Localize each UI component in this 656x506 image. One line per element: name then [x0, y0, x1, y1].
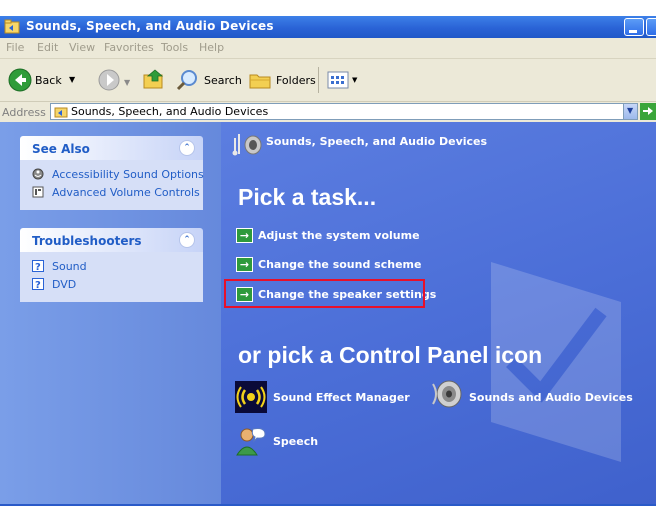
toolbar: Back ▼ ▼ Search Folders ▼ [0, 59, 656, 102]
icon-label: Sounds and Audio Devices [469, 391, 633, 404]
address-label: Address [2, 106, 46, 119]
task-label: Change the sound scheme [258, 258, 422, 271]
see-also-title: See Also [32, 142, 90, 156]
task-label: Adjust the system volume [258, 229, 420, 242]
link-accessibility-sound-options[interactable]: Accessibility Sound Options [20, 166, 204, 184]
troubleshooters-header[interactable]: Troubleshooters ⌃ [20, 228, 203, 252]
menu-tools[interactable]: Tools [161, 41, 188, 54]
link-advanced-volume-controls[interactable]: Advanced Volume Controls [20, 184, 203, 202]
speech-icon [236, 428, 266, 456]
see-also-panel: See Also ⌃ Accessibility Sound Options A… [20, 136, 204, 210]
menu-favorites[interactable]: Favorites [104, 41, 154, 54]
icon-speech[interactable]: Speech [235, 425, 355, 459]
svg-text:?: ? [35, 262, 41, 272]
pick-icon-heading: or pick a Control Panel icon [238, 342, 543, 368]
task-arrow-icon: → [236, 257, 253, 272]
svg-text:?: ? [35, 280, 41, 290]
minimize-button[interactable] [624, 18, 644, 36]
folders-icon [249, 74, 271, 89]
task-arrow-icon: → [236, 228, 253, 243]
sound-effect-manager-icon [235, 381, 267, 413]
title-bar[interactable]: Sounds, Speech, and Audio Devices [0, 16, 656, 38]
icon-label: Sound Effect Manager [273, 391, 410, 404]
maximize-button[interactable] [646, 18, 656, 36]
search-label: Search [204, 74, 242, 87]
troubleshooters-title: Troubleshooters [32, 234, 142, 248]
collapse-chevron-icon[interactable]: ⌃ [179, 140, 195, 156]
link-dvd-troubleshooter[interactable]: ? DVD [20, 276, 203, 294]
menu-edit[interactable]: Edit [37, 41, 58, 54]
link-sound-troubleshooter[interactable]: ? Sound [20, 258, 203, 276]
up-folder-icon[interactable] [142, 67, 166, 91]
views-dropdown-icon: ▼ [352, 76, 358, 84]
menu-help[interactable]: Help [199, 41, 224, 54]
icon-label: Speech [273, 435, 319, 448]
folders-button[interactable]: Folders [246, 65, 316, 95]
link-label: Accessibility Sound Options [52, 168, 204, 181]
control-panel-folder-icon [4, 19, 20, 34]
top-edge [0, 0, 656, 16]
menu-view[interactable]: View [69, 41, 95, 54]
views-icon [327, 71, 349, 89]
link-label: Advanced Volume Controls [52, 186, 200, 199]
forward-arrow-icon[interactable] [98, 69, 120, 91]
link-label: DVD [52, 278, 77, 291]
highlight-box [224, 279, 425, 308]
menu-bar: File Edit View Favorites Tools Help [0, 38, 656, 59]
speaker-icon [432, 380, 462, 408]
views-button[interactable]: ▼ [325, 69, 361, 91]
left-task-pane: See Also ⌃ Accessibility Sound Options A… [0, 122, 221, 506]
help-icon: ? [32, 278, 44, 290]
see-also-header[interactable]: See Also ⌃ [20, 136, 203, 160]
address-bar: Address Sounds, Speech, and Audio Device… [0, 102, 656, 123]
link-label: Sound [52, 260, 87, 273]
back-arrow-icon [8, 68, 32, 92]
see-also-body: Accessibility Sound Options Advanced Vol… [20, 160, 204, 210]
collapse-chevron-icon[interactable]: ⌃ [179, 232, 195, 248]
accessibility-icon [32, 168, 44, 180]
toolbar-separator [318, 67, 319, 93]
help-icon: ? [32, 260, 44, 272]
search-button[interactable]: Search [174, 65, 242, 95]
forward-dropdown-icon[interactable]: ▼ [124, 78, 130, 87]
address-field[interactable]: Sounds, Speech, and Audio Devices [50, 103, 624, 120]
troubleshooters-body: ? Sound ? DVD [20, 252, 203, 302]
search-icon [176, 70, 197, 91]
window-title: Sounds, Speech, and Audio Devices [26, 19, 274, 33]
icon-sounds-and-audio-devices[interactable]: Sounds and Audio Devices [429, 378, 633, 414]
main-content-pane: Sounds, Speech, and Audio Devices Pick a… [221, 122, 656, 506]
page-header: Sounds, Speech, and Audio Devices [266, 135, 488, 148]
chevron-down-icon[interactable]: ▼ [69, 75, 75, 84]
menu-file[interactable]: File [6, 41, 24, 54]
back-label: Back [35, 74, 62, 87]
troubleshooters-panel: Troubleshooters ⌃ ? Sound ? DVD [20, 228, 203, 302]
go-button[interactable] [640, 103, 656, 120]
folders-label: Folders [276, 74, 316, 87]
back-button[interactable]: Back ▼ [4, 65, 88, 95]
icon-sound-effect-manager[interactable]: Sound Effect Manager [235, 381, 410, 415]
sounds-header-icon [232, 134, 262, 156]
help-book-icon [32, 186, 44, 198]
pick-task-heading: Pick a task... [238, 184, 377, 210]
chevron-down-icon: ▼ [627, 106, 634, 115]
control-panel-folder-icon [54, 107, 68, 118]
go-arrow-icon [643, 107, 653, 115]
address-value: Sounds, Speech, and Audio Devices [71, 105, 269, 118]
address-dropdown-button[interactable]: ▼ [623, 103, 638, 120]
